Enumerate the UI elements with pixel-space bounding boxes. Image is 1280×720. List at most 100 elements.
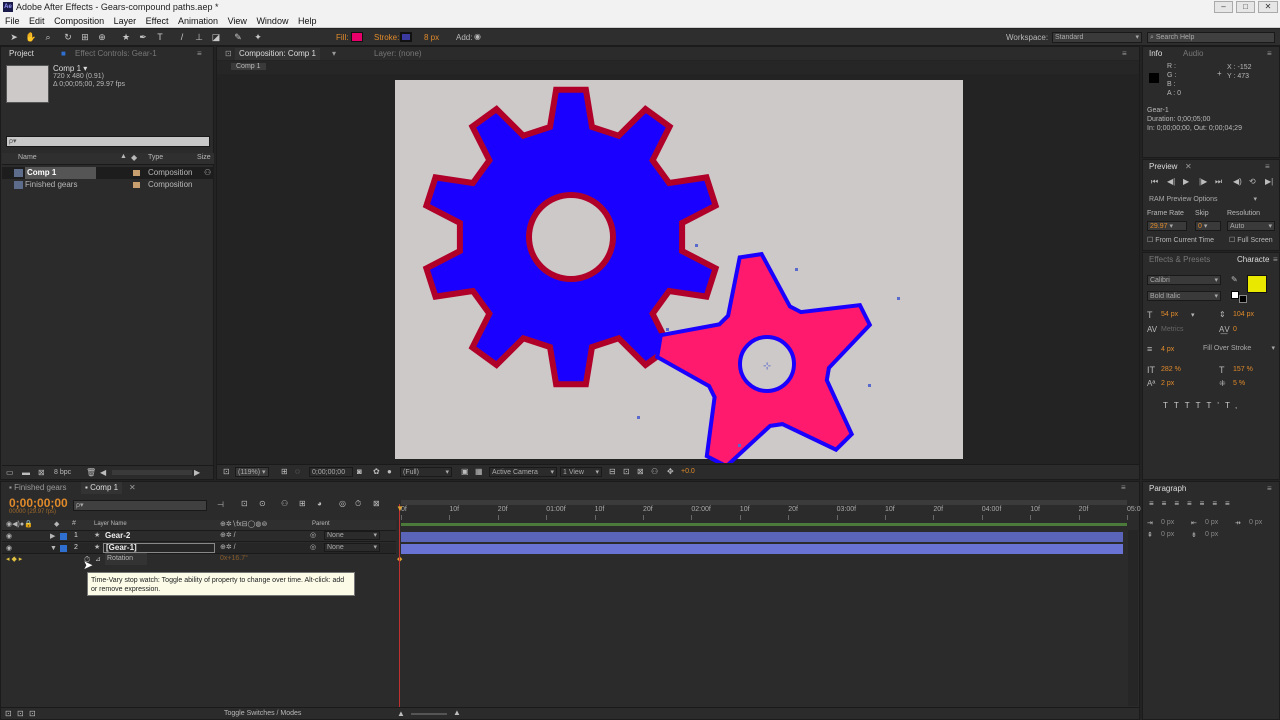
menu-help[interactable]: Help xyxy=(298,16,317,26)
eyedropper-icon[interactable]: ✎ xyxy=(1231,275,1238,285)
baseline-shift-value[interactable]: 2 px xyxy=(1161,380,1174,387)
previous-frame-icon[interactable]: ◀| xyxy=(1167,177,1175,187)
anchor-point-icon[interactable]: ⊹ xyxy=(763,361,771,372)
indent-right-value[interactable]: 0 px xyxy=(1205,519,1218,526)
timeline-timecode[interactable]: 0;00;00;00 xyxy=(9,496,68,510)
label-color-icon[interactable] xyxy=(60,533,67,540)
interpret-footage-icon[interactable]: ▭ xyxy=(6,468,14,478)
ram-preview-icon[interactable]: ▶| xyxy=(1265,177,1273,187)
view-layout-select[interactable]: 1 View ▾ xyxy=(560,467,602,477)
magnification-select[interactable]: (119%) ▾ xyxy=(235,467,269,477)
work-area-navigator[interactable] xyxy=(401,500,1127,505)
camera-view-select[interactable]: Active Camera ▾ xyxy=(489,467,557,477)
fast-previews-icon[interactable]: ⊡ xyxy=(623,467,630,477)
project-search-input[interactable]: ρ▾ xyxy=(6,136,210,147)
path-vertex-handle[interactable] xyxy=(637,416,640,419)
space-after-value[interactable]: 0 px xyxy=(1205,531,1218,538)
timeline-vertical-scrollbar[interactable] xyxy=(1128,530,1138,706)
current-time-indicator[interactable] xyxy=(399,504,400,714)
tab-info[interactable]: Info xyxy=(1149,48,1162,60)
bpc-button[interactable]: 8 bpc xyxy=(54,469,71,476)
workspace-select[interactable]: Standard ▾ xyxy=(1052,32,1142,43)
tab-layer[interactable]: Layer: (none) xyxy=(374,48,422,60)
path-vertex-handle[interactable] xyxy=(795,268,798,271)
ram-preview-options-select[interactable]: RAM Preview Options ▾ xyxy=(1147,195,1259,205)
first-frame-icon[interactable]: ⏮ xyxy=(1151,177,1158,187)
zoom-out-icon[interactable]: ▲ xyxy=(397,709,405,719)
roto-brush-tool-icon[interactable]: ✎ xyxy=(232,31,244,43)
space-before-value[interactable]: 0 px xyxy=(1161,531,1174,538)
flowchart-icon[interactable]: ⚇ xyxy=(651,467,658,477)
close-tab-icon[interactable]: ✕ xyxy=(1185,161,1192,173)
parent-select[interactable]: None ▾ xyxy=(324,543,380,552)
new-folder-icon[interactable]: ▬ xyxy=(22,468,30,478)
last-frame-icon[interactable]: ⏭ xyxy=(1215,177,1222,187)
expand-switches-icon[interactable]: ⊡ xyxy=(5,709,12,719)
zoom-slider[interactable] xyxy=(411,713,447,715)
snapshot-icon[interactable]: ◙ xyxy=(357,467,362,477)
tab-project[interactable]: Project xyxy=(9,48,34,60)
kerning-value[interactable]: Metrics xyxy=(1161,326,1184,333)
from-current-time-checkbox[interactable]: ☐ From Current Time xyxy=(1147,236,1214,244)
menu-layer[interactable]: Layer xyxy=(114,16,137,26)
alignment-buttons[interactable]: ≡≡≡≡≡≡≡ xyxy=(1149,499,1277,509)
col-layer-name[interactable]: Layer Name xyxy=(94,521,127,527)
white-swatch[interactable] xyxy=(1231,291,1239,299)
panel-menu-icon[interactable]: ≡ xyxy=(1121,482,1126,494)
tab-finished-gears[interactable]: ▪ Finished gears xyxy=(9,482,67,494)
maximize-button[interactable]: □ xyxy=(1236,1,1255,13)
always-preview-icon[interactable]: ⊡ xyxy=(223,467,230,477)
project-item-comp-1[interactable]: Comp 1 Composition ⚇ xyxy=(2,167,214,179)
next-frame-icon[interactable]: |▶ xyxy=(1199,177,1207,187)
panel-menu-icon[interactable]: ≡ xyxy=(197,48,202,60)
trash-icon[interactable]: 🗑 xyxy=(86,468,96,478)
comp-mini-flowchart-icon[interactable]: ⊣ xyxy=(217,500,224,510)
tab-preview[interactable]: Preview xyxy=(1149,161,1177,173)
motion-blur-icon[interactable]: ◕ xyxy=(317,499,322,509)
graph-toggle-icon[interactable]: ⊿ xyxy=(95,554,101,566)
layer-row-gear-1[interactable]: ◉ ▼ 2 ★ [Gear-1] ⊕✲ / ◎ None ▾ xyxy=(2,543,396,554)
keyframe-navigator-icon[interactable]: ◂ ◆ ▸ xyxy=(6,554,22,566)
grid-icon[interactable]: ⊞ xyxy=(281,467,288,477)
project-item-finished-gears[interactable]: Finished gears Composition xyxy=(2,179,214,191)
menu-composition[interactable]: Composition xyxy=(54,16,104,26)
col-name[interactable]: Name xyxy=(18,154,37,161)
panel-menu-icon[interactable]: ≡ xyxy=(1267,483,1272,495)
draft-3d-icon[interactable]: ⊙ xyxy=(259,499,266,509)
graph-editor-icon[interactable]: ⊠ xyxy=(373,499,380,509)
comp-tab-dropdown-icon[interactable]: ▾ xyxy=(332,48,336,60)
text-fill-color-swatch[interactable] xyxy=(1247,275,1267,293)
layer-bar-gear-1[interactable] xyxy=(401,544,1123,554)
panel-menu-icon[interactable]: ≡ xyxy=(1273,254,1278,266)
leading-value[interactable]: 104 px xyxy=(1233,311,1254,318)
comp-viewer[interactable]: ⊹ xyxy=(217,75,1139,463)
rotation-value[interactable]: 0x+16.7° xyxy=(220,553,248,565)
skip-select[interactable]: 0 ▾ xyxy=(1195,221,1221,231)
tab-effects-presets[interactable]: Effects & Presets xyxy=(1149,254,1210,266)
col-type[interactable]: Type xyxy=(148,154,163,161)
panel-menu-icon[interactable]: ≡ xyxy=(1265,161,1270,173)
shape-tool-icon[interactable]: ★ xyxy=(120,31,132,43)
panel-menu-icon[interactable]: ≡ xyxy=(1122,48,1127,60)
menu-view[interactable]: View xyxy=(228,16,247,26)
time-indicator-head-icon[interactable]: ▼ xyxy=(396,504,404,513)
menu-window[interactable]: Window xyxy=(256,16,288,26)
work-area-bar[interactable] xyxy=(401,523,1127,526)
region-of-interest-icon[interactable]: ▣ xyxy=(461,467,469,477)
pen-tool-icon[interactable]: ✒ xyxy=(137,31,149,43)
toggle-switches-modes-button[interactable]: Toggle Switches / Modes xyxy=(224,710,301,717)
play-icon[interactable]: ▶ xyxy=(1183,177,1189,187)
full-screen-checkbox[interactable]: ☐ Full Screen xyxy=(1229,236,1273,244)
transparency-grid-icon[interactable]: ▦ xyxy=(475,467,483,477)
path-vertex-handle[interactable] xyxy=(868,384,871,387)
label-color-icon[interactable] xyxy=(60,545,67,552)
pan-behind-tool-icon[interactable]: ⊕ xyxy=(96,31,108,43)
exposure-reset-icon[interactable]: ✥ xyxy=(667,467,674,477)
menu-edit[interactable]: Edit xyxy=(29,16,45,26)
zoom-tool-icon[interactable]: ⌕ xyxy=(42,31,54,43)
stroke-width-value[interactable]: 4 px xyxy=(1161,346,1174,353)
col-size[interactable]: Size xyxy=(197,154,211,161)
selection-tool-icon[interactable]: ➤ xyxy=(8,31,20,43)
add-menu-icon[interactable]: ◉ xyxy=(474,32,481,41)
tab-effect-controls[interactable]: Effect Controls: Gear-1 xyxy=(75,48,157,60)
